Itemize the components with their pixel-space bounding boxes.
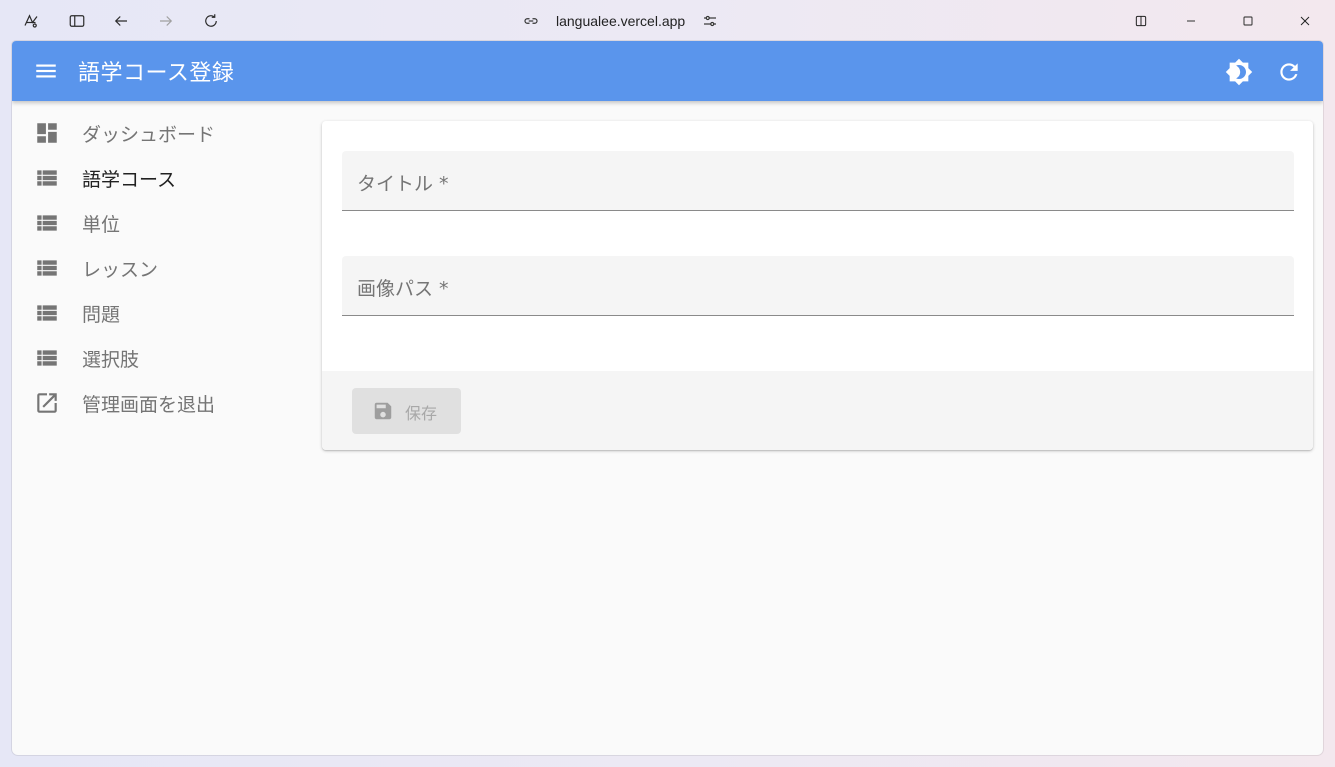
- list-icon: [34, 165, 60, 191]
- split-view-icon[interactable]: [1128, 8, 1154, 34]
- sidebar-item-label: レッスン: [82, 258, 159, 281]
- site-settings-icon[interactable]: [699, 10, 721, 32]
- save-button-label: 保存: [405, 404, 438, 423]
- address-bar[interactable]: langualee.vercel.app: [520, 8, 721, 34]
- reload-icon[interactable]: [198, 8, 224, 34]
- list-icon: [34, 300, 60, 326]
- app-window: 語学コース登録 ダッシュボード 語学コース 単位 レッスン 問題 選択肢 管理画…: [12, 41, 1323, 755]
- close-icon[interactable]: [1292, 8, 1318, 34]
- sidebar-item-label: 語学コース: [82, 168, 177, 191]
- app-bar: 語学コース登録: [12, 41, 1323, 101]
- title-field[interactable]: タイトル *: [342, 151, 1294, 211]
- form-toolbar: 保存: [322, 371, 1313, 450]
- image-path-field-label: 画像パス *: [357, 278, 449, 300]
- image-path-field[interactable]: 画像パス *: [342, 256, 1294, 316]
- list-icon: [34, 345, 60, 371]
- browser-chrome: langualee.vercel.app: [0, 0, 1335, 42]
- sidebar-item-questions[interactable]: 問題: [12, 293, 302, 333]
- link-icon: [520, 10, 542, 32]
- save-icon: [372, 400, 394, 422]
- sidebar-item-label: ダッシュボード: [82, 123, 216, 146]
- list-icon: [34, 210, 60, 236]
- sidebar-item-units[interactable]: 単位: [12, 203, 302, 243]
- sidebar-item-label: 選択肢: [82, 348, 140, 371]
- brightness-icon[interactable]: [1224, 57, 1254, 87]
- menu-icon[interactable]: [32, 57, 60, 85]
- forward-icon[interactable]: [153, 8, 179, 34]
- sidebar-item-dashboard[interactable]: ダッシュボード: [12, 113, 302, 153]
- refresh-icon[interactable]: [1274, 57, 1304, 87]
- sidebar-item-choices[interactable]: 選択肢: [12, 338, 302, 378]
- save-button[interactable]: 保存: [352, 388, 461, 434]
- page-title: 語学コース登録: [78, 61, 235, 86]
- exit-icon: [34, 390, 60, 416]
- sidebar-item-language-courses[interactable]: 語学コース: [12, 158, 302, 198]
- dashboard-icon: [34, 120, 60, 146]
- sidebar-item-lessons[interactable]: レッスン: [12, 248, 302, 288]
- maximize-icon[interactable]: [1235, 8, 1261, 34]
- sidebar-item-exit-admin[interactable]: 管理画面を退出: [12, 383, 302, 423]
- minimize-icon[interactable]: [1178, 8, 1204, 34]
- back-icon[interactable]: [108, 8, 134, 34]
- sidebar-item-label: 管理画面を退出: [82, 393, 216, 416]
- browser-logo-icon[interactable]: [18, 8, 44, 34]
- sidebar-item-label: 問題: [82, 303, 121, 326]
- list-icon: [34, 255, 60, 281]
- title-field-label: タイトル *: [357, 173, 449, 195]
- sidebar-item-label: 単位: [82, 213, 121, 236]
- url-text: langualee.vercel.app: [556, 13, 686, 29]
- sidebar-toggle-icon[interactable]: [64, 8, 90, 34]
- form-card: タイトル * 画像パス * 保存: [322, 121, 1313, 450]
